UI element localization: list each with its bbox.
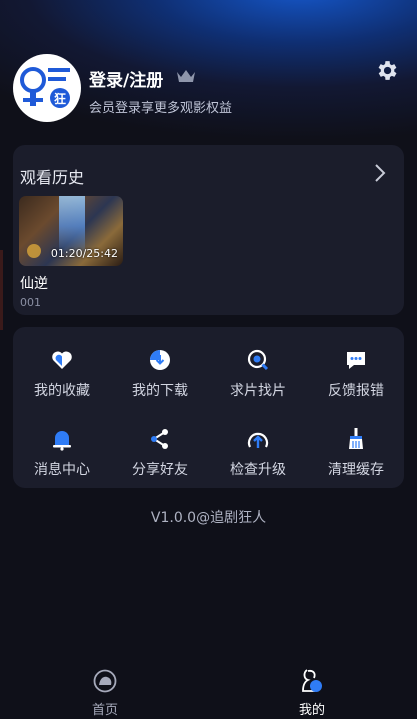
menu-item-downloads[interactable]: 我的下载	[111, 344, 209, 404]
menu-item-clear-cache[interactable]: 清理缓存	[307, 423, 405, 483]
menu-label: 分享好友	[132, 462, 188, 478]
avatar-logo-text: 狂	[54, 91, 66, 106]
history-episode: 001	[20, 296, 41, 309]
app-version: V1.0.0@追剧狂人	[150, 510, 267, 526]
menu-label: 我的收藏	[34, 383, 90, 399]
history-video-title[interactable]: 仙逆	[20, 273, 48, 293]
bottom-nav: 首页 我的	[0, 660, 417, 719]
login-register-link[interactable]: 登录/注册	[89, 66, 163, 91]
feedback-icon	[347, 352, 365, 369]
watch-progress: 01:20/25:42	[50, 247, 118, 260]
menu-label: 清理缓存	[328, 462, 384, 478]
thumbnail-emblem	[27, 244, 41, 258]
upgrade-icon	[247, 432, 269, 448]
menu-label: 检查升级	[230, 462, 286, 478]
menu-grid: 我的收藏 我的下载 求片找片 反馈报错 消息中心 分享好友 检查升级 清理缓存	[13, 327, 404, 488]
search-film-icon	[247, 349, 269, 371]
member-subtitle: 会员登录享更多观影权益	[89, 101, 233, 116]
broom-icon	[349, 428, 363, 449]
menu-item-favorites[interactable]: 我的收藏	[13, 344, 111, 404]
menu-label: 反馈报错	[328, 383, 384, 399]
chevron-right-icon[interactable]	[370, 162, 390, 184]
menu-item-feedback[interactable]: 反馈报错	[307, 344, 405, 404]
download-icon	[150, 350, 170, 370]
history-thumbnail[interactable]: 01:20/25:42	[19, 196, 123, 266]
heart-icon	[52, 351, 72, 369]
nav-label: 我的	[298, 703, 325, 718]
menu-label: 求片找片	[230, 383, 286, 399]
history-title: 观看历史	[20, 168, 85, 187]
profile-icon	[302, 669, 322, 692]
menu-item-request-film[interactable]: 求片找片	[209, 344, 307, 404]
avatar[interactable]: 狂	[13, 54, 81, 122]
menu-item-share[interactable]: 分享好友	[111, 423, 209, 483]
nav-label: 首页	[91, 703, 118, 718]
app-logo-icon: 狂	[20, 67, 70, 108]
bell-icon	[53, 431, 71, 451]
menu-item-upgrade[interactable]: 检查升级	[209, 423, 307, 483]
menu-label: 消息中心	[34, 462, 90, 478]
home-icon	[93, 669, 117, 693]
share-icon	[151, 429, 168, 449]
watch-history-card: 观看历史 01:20/25:42 仙逆 001	[13, 145, 404, 315]
nav-tab-mine[interactable]: 我的	[272, 668, 352, 718]
settings-gear-icon[interactable]	[374, 58, 399, 83]
menu-item-messages[interactable]: 消息中心	[13, 423, 111, 483]
nav-tab-home[interactable]: 首页	[65, 668, 145, 718]
menu-label: 我的下载	[132, 383, 188, 399]
edge-shadow	[0, 250, 3, 330]
crown-icon	[177, 70, 195, 82]
